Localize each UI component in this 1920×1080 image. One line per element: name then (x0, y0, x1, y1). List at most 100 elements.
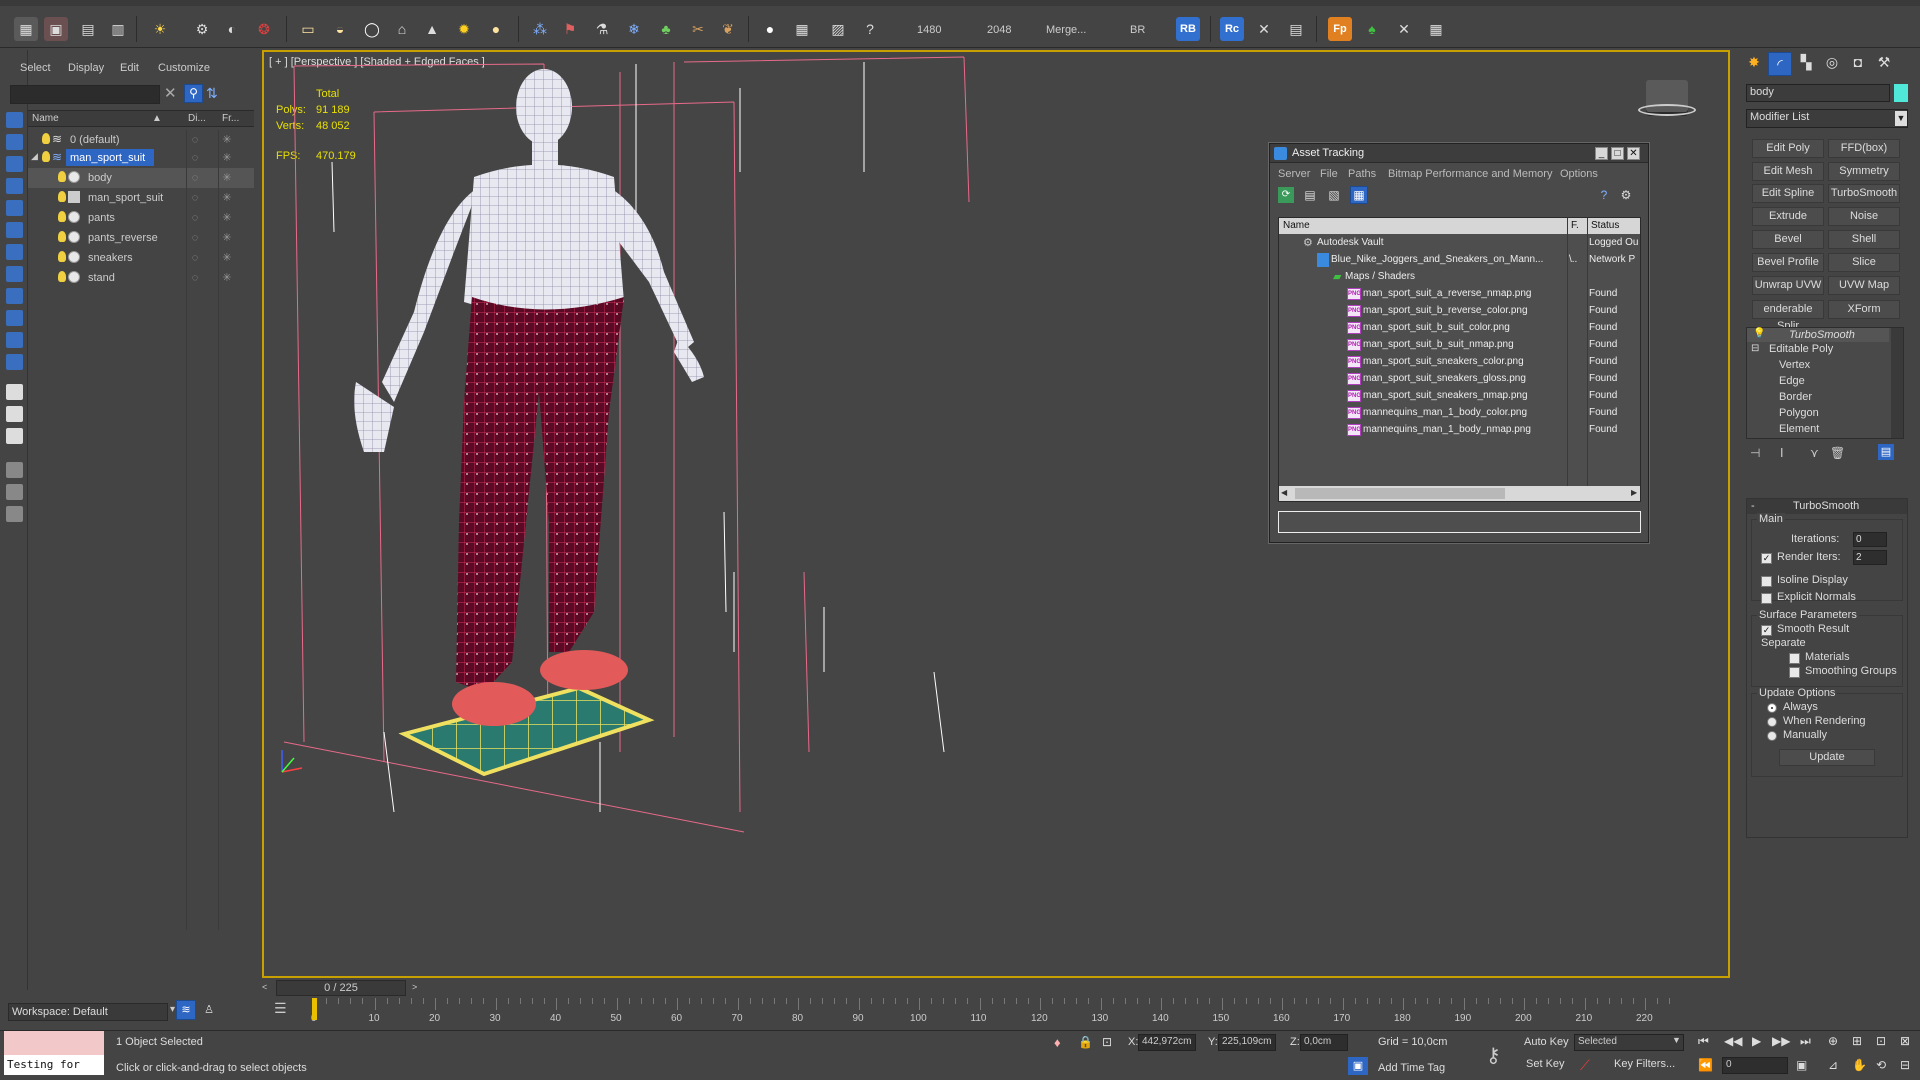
edit-spline-button[interactable]: Edit Spline (1752, 184, 1824, 203)
modify-tab-icon[interactable]: ◜ (1768, 52, 1792, 76)
chevron-down-icon[interactable]: ▾ (170, 1004, 175, 1015)
pan-icon[interactable]: ✋ (1852, 1058, 1867, 1072)
table-row[interactable]: PNG man_sport_suit_sneakers_nmap.png Fou… (1279, 388, 1640, 405)
set-key-button[interactable]: Set Key (1526, 1058, 1565, 1070)
xform-button[interactable]: XForm (1828, 300, 1900, 319)
freeze-icon[interactable]: ✳ (220, 151, 234, 165)
help-icon[interactable]: ? (858, 17, 882, 41)
auto-key-button[interactable]: Auto Key (1524, 1036, 1569, 1048)
render-toggle-icon[interactable]: ◌ (188, 191, 202, 205)
visibility-bulb-icon[interactable] (42, 151, 50, 162)
render-iters-spinner[interactable]: 2 (1853, 550, 1887, 565)
explorer-search-input[interactable] (10, 85, 160, 104)
col-name[interactable]: Name (1283, 220, 1310, 231)
freeze-icon[interactable]: ✳ (220, 271, 234, 285)
fp-button[interactable]: Fp (1328, 17, 1352, 41)
layer-explorer-icon[interactable]: ≋ (176, 1000, 196, 1020)
stack-editable-poly[interactable]: Editable Poly (1769, 343, 1833, 355)
visibility-bulb-icon[interactable] (58, 271, 66, 282)
menu-display[interactable]: Display (68, 62, 104, 74)
shapes-icon[interactable] (6, 178, 23, 194)
table-row[interactable]: PNG man_sport_suit_a_reverse_nmap.png Fo… (1279, 286, 1640, 303)
snowflake-icon[interactable]: ❄ (622, 17, 646, 41)
asset-path-field[interactable] (1278, 511, 1641, 533)
object-color-swatch[interactable] (1894, 84, 1908, 102)
table-row[interactable]: PNG man_sport_suit_b_reverse_color.png F… (1279, 303, 1640, 320)
menu-options[interactable]: Options (1560, 168, 1598, 180)
scroll-right-icon[interactable]: ▶ (1631, 488, 1637, 497)
plane-icon[interactable]: ▭ (296, 17, 320, 41)
close-icon[interactable]: ✕ (1627, 147, 1640, 160)
sky-icon[interactable]: ● (484, 17, 508, 41)
extrude-button[interactable]: Extrude (1752, 207, 1824, 226)
texture-icon[interactable]: ▦ (790, 17, 814, 41)
scatter-tools-icon[interactable]: ✕ (1392, 17, 1416, 41)
help-icon[interactable]: ? (1596, 187, 1612, 203)
visibility-bulb-icon[interactable] (42, 133, 50, 144)
filter-toggle-icon[interactable]: ⚲ (184, 84, 203, 103)
unwrap-uvw-button[interactable]: Unwrap UVW (1752, 276, 1824, 295)
bitmap-icon[interactable]: ▨ (826, 17, 850, 41)
visibility-bulb-icon[interactable] (58, 191, 66, 202)
chevron-down-icon[interactable]: ▼ (1895, 111, 1907, 126)
table-row[interactable]: PNG man_sport_suit_b_suit_color.png Foun… (1279, 320, 1640, 337)
table-view-icon[interactable]: ▦ (1350, 186, 1368, 204)
sneaker-left[interactable] (452, 682, 536, 726)
select-icon[interactable] (6, 112, 23, 128)
stack-turbosmooth[interactable]: TurboSmooth (1789, 329, 1855, 341)
render-toggle-icon[interactable]: ◌ (188, 171, 202, 185)
refresh-icon[interactable]: ⟳ (1278, 187, 1294, 203)
col-display[interactable]: Di... (188, 113, 206, 124)
render-toggle-icon[interactable]: ◌ (188, 151, 202, 165)
smooth-result-checkbox[interactable]: ✓ (1761, 625, 1772, 636)
freeze-icon[interactable]: ✳ (220, 191, 234, 205)
show-end-result-icon[interactable]: Ⅰ (1780, 446, 1784, 460)
add-time-tag[interactable]: Add Time Tag (1378, 1062, 1445, 1074)
selection-set-dropdown[interactable]: Selected (1574, 1034, 1684, 1051)
table-row[interactable]: PNG mannequins_man_1_body_nmap.png Found (1279, 422, 1640, 439)
col-name[interactable]: Name (32, 113, 59, 124)
shell-button[interactable]: Shell (1828, 230, 1900, 249)
set-key-filter-icon[interactable]: ⟋ (1580, 1057, 1590, 1074)
material-editor-icon[interactable]: ▥ (106, 17, 130, 41)
stack-scrollbar[interactable] (1891, 328, 1903, 438)
render-toggle-icon[interactable]: ◌ (188, 231, 202, 245)
zoom-all-icon[interactable]: ⊞ (1852, 1034, 1862, 1048)
lights-icon[interactable] (6, 200, 23, 216)
time-tag-icon[interactable]: ▣ (1348, 1057, 1368, 1075)
geometry-icon[interactable] (6, 156, 23, 172)
z-coordinate[interactable]: 0,0cm (1300, 1034, 1348, 1051)
rollout-collapse-icon[interactable]: - (1751, 500, 1755, 512)
edit-mesh-button[interactable]: Edit Mesh (1752, 162, 1824, 181)
groups-icon[interactable] (6, 288, 23, 304)
maxscript-input[interactable]: Testing for (4, 1055, 104, 1075)
menu-edit[interactable]: Edit (120, 62, 139, 74)
invert-icon[interactable] (6, 428, 23, 444)
go-to-start-icon[interactable]: ⏮ (1698, 1034, 1709, 1049)
table-row[interactable]: ▰ Maps / Shaders (1279, 269, 1640, 286)
maxscript-listener-color[interactable] (4, 1031, 104, 1055)
time-slider[interactable]: 0 / 225 (276, 980, 406, 996)
collapse-icon[interactable]: ⊟ (1751, 343, 1759, 354)
bevel-profile-button[interactable]: Bevel Profile (1752, 253, 1824, 272)
spacewarps-icon[interactable] (6, 266, 23, 282)
previous-frame-icon[interactable]: ◀◀ (1724, 1034, 1742, 1048)
object-name-field[interactable]: body (1746, 84, 1890, 102)
time-config-icon[interactable]: ▣ (1796, 1058, 1807, 1072)
fur-icon[interactable]: ✂ (686, 17, 710, 41)
key-icon[interactable]: ⚷ (1486, 1043, 1501, 1068)
table-icon[interactable]: ▦ (1424, 17, 1448, 41)
scrollbar-thumb[interactable] (1295, 488, 1505, 499)
explorer-row[interactable]: stand ◌ ✳ (28, 268, 254, 288)
dome-icon[interactable]: ⌂ (390, 17, 414, 41)
filter-icon[interactable] (6, 462, 23, 478)
tree-view-icon[interactable]: ▧ (1326, 187, 1342, 203)
hierarchy-tab-icon[interactable]: ▚ (1796, 54, 1816, 74)
render-icon[interactable]: ▤ (76, 17, 100, 41)
forest-icon[interactable]: ♠ (1360, 17, 1384, 41)
curve-editor-icon[interactable]: ◐ (220, 17, 244, 41)
settings-icon[interactable]: ⚙ (1618, 187, 1634, 203)
menu-paths[interactable]: Paths (1348, 168, 1376, 180)
stack-border[interactable]: Border (1779, 391, 1812, 403)
col-status[interactable]: Status (1591, 220, 1619, 231)
